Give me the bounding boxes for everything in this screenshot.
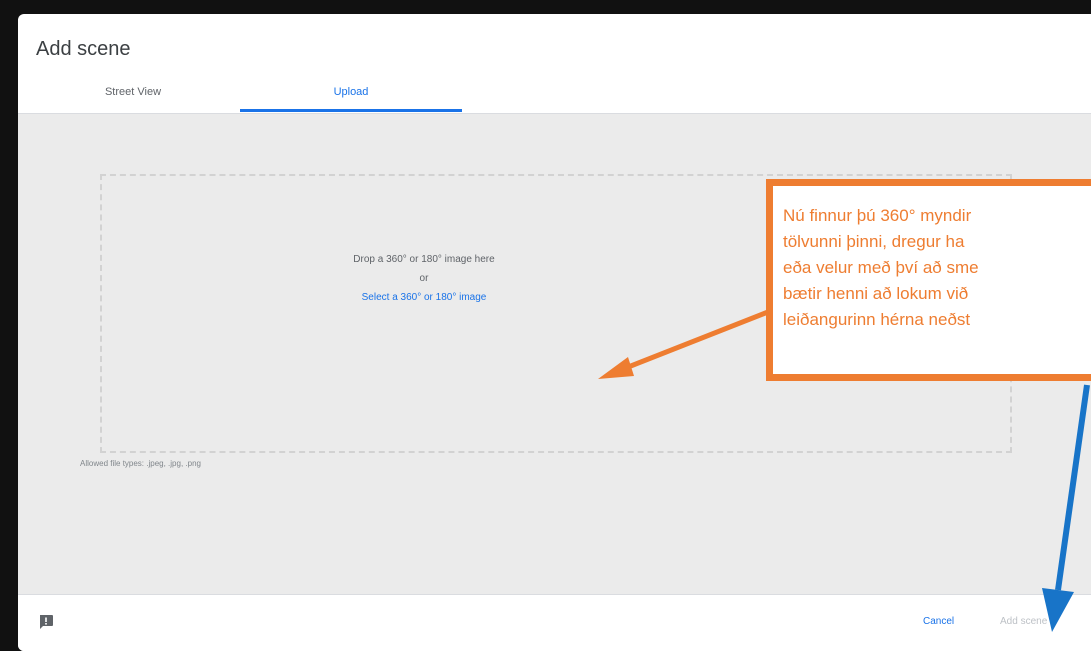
drop-instructions: Drop a 360° or 180° image here (353, 254, 495, 265)
callout-line: bætir henni að lokum við (783, 284, 969, 303)
tab-upload-label: Upload (333, 86, 369, 98)
callout-text: Nú finnur þú 360° myndir tölvunni þinni,… (783, 203, 1091, 333)
dialog-footer: Cancel Add scene (18, 594, 1091, 651)
allowed-file-types: Allowed file types: .jpeg, .jpg, .png (80, 459, 201, 468)
add-scene-button[interactable]: Add scene (1000, 616, 1047, 627)
tab-bar: Street View Upload (18, 77, 1091, 114)
select-image-link[interactable]: Select a 360° or 180° image (18, 292, 878, 303)
callout-line: tölvunni þinni, dregur ha (783, 232, 965, 251)
feedback-icon[interactable] (38, 614, 54, 630)
dialog-title: Add scene (36, 38, 131, 60)
callout-line: Nú finnur þú 360° myndir (783, 206, 972, 225)
or-separator: or (419, 273, 429, 284)
cancel-button[interactable]: Cancel (923, 616, 954, 627)
active-tab-indicator (240, 109, 462, 112)
callout-line: leiðangurinn hérna neðst (783, 310, 971, 329)
tab-upload[interactable]: Upload (240, 77, 462, 112)
callout-line: eða velur með því að sme (783, 258, 979, 277)
tab-street-view[interactable]: Street View (68, 77, 198, 112)
annotation-callout: Nú finnur þú 360° myndir tölvunni þinni,… (766, 179, 1091, 381)
